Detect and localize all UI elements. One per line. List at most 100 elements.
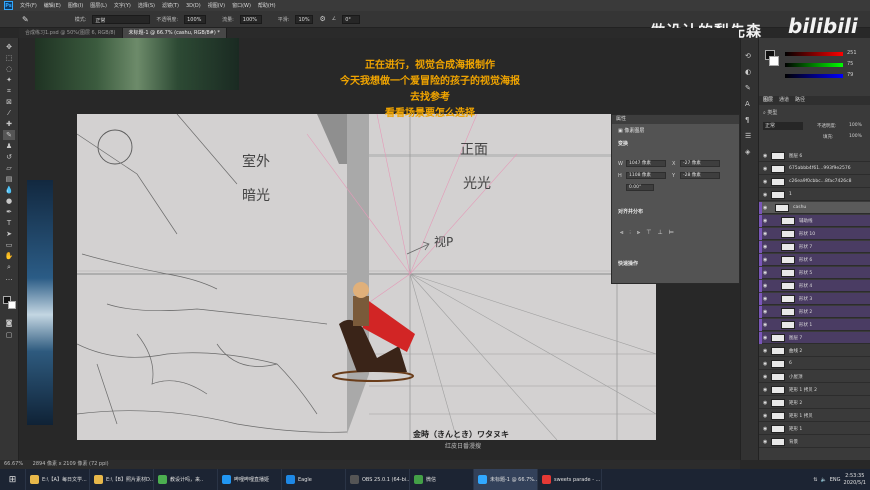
healing-brush-tool-icon[interactable]: ✚: [3, 119, 15, 129]
layer-row[interactable]: ◉ 形状 4: [759, 280, 870, 292]
taskbar-app-button[interactable]: OBS 25.0.1 (64-bi...: [346, 469, 410, 490]
layer-kind-filter[interactable]: ⌕ 类型: [763, 109, 777, 116]
green-value[interactable]: 75: [847, 61, 853, 67]
lasso-tool-icon[interactable]: ◌: [3, 64, 15, 74]
layer-row[interactable]: ◉ 矩形 1: [759, 423, 870, 435]
pen-tool-icon[interactable]: ✒: [3, 207, 15, 217]
eyedropper-tool-icon[interactable]: ⁄: [3, 108, 15, 118]
visibility-eye-icon[interactable]: ◉: [763, 374, 767, 380]
visibility-eye-icon[interactable]: ◉: [763, 361, 767, 367]
menu-layer[interactable]: 图层(L): [90, 2, 107, 9]
taskbar-app-button[interactable]: E:\【B】照片素材D...: [90, 469, 154, 490]
visibility-eye-icon[interactable]: ◉: [763, 192, 767, 198]
gradient-tool-icon[interactable]: ▤: [3, 174, 15, 184]
quick-mask-icon[interactable]: ◙: [3, 318, 15, 328]
visibility-eye-icon[interactable]: ◉: [763, 387, 767, 393]
layer-row[interactable]: ◉ 1: [759, 189, 870, 201]
menu-file[interactable]: 文件(F): [20, 2, 37, 9]
eraser-tool-icon[interactable]: ▱: [3, 163, 15, 173]
visibility-eye-icon[interactable]: ◉: [763, 400, 767, 406]
artboard-tool-icon[interactable]: ⬚: [3, 53, 15, 63]
character-icon[interactable]: A: [745, 100, 750, 108]
tab-channels[interactable]: 通道: [779, 96, 789, 105]
red-value[interactable]: 251: [847, 50, 857, 56]
crop-tool-icon[interactable]: ⌗: [3, 86, 15, 96]
visibility-eye-icon[interactable]: ◉: [763, 231, 767, 237]
type-tool-icon[interactable]: T: [3, 218, 15, 228]
move-tool-icon[interactable]: ✥: [3, 42, 15, 52]
layer-row[interactable]: ◉ c26ea9f0cbbc...8fac7426c8: [759, 176, 870, 188]
menu-help[interactable]: 帮助(H): [258, 2, 276, 9]
layer-row[interactable]: ◉ 矩形 1 拷贝 2: [759, 384, 870, 396]
history-brush-tool-icon[interactable]: ↺: [3, 152, 15, 162]
visibility-eye-icon[interactable]: ◉: [763, 348, 767, 354]
x-field[interactable]: -27 像素: [680, 160, 720, 167]
taskbar-app-button[interactable]: 教设计吗，来..: [154, 469, 218, 490]
visibility-eye-icon[interactable]: ◉: [763, 439, 767, 445]
visibility-eye-icon[interactable]: ◉: [763, 335, 767, 341]
layer-opacity-value[interactable]: 100%: [849, 123, 862, 128]
blue-value[interactable]: 79: [847, 72, 853, 78]
width-field[interactable]: 1047 像素: [626, 160, 666, 167]
layer-row[interactable]: ◉ 形状 5: [759, 267, 870, 279]
blue-slider[interactable]: [785, 74, 843, 78]
visibility-eye-icon[interactable]: ◉: [763, 296, 767, 302]
tab-paths[interactable]: 路径: [795, 96, 805, 105]
smooth-input[interactable]: 10%: [295, 14, 314, 24]
hand-tool-icon[interactable]: ✋: [3, 251, 15, 261]
height-field[interactable]: 1108 像素: [626, 172, 666, 179]
zoom-level[interactable]: 66.67%: [4, 461, 23, 467]
y-field[interactable]: -28 像素: [680, 172, 720, 179]
adjustments-icon[interactable]: ◐: [745, 68, 751, 76]
layer-row[interactable]: ◉ cashu: [759, 202, 870, 214]
blur-tool-icon[interactable]: 💧: [3, 185, 15, 195]
properties-icon[interactable]: ☰: [745, 132, 751, 140]
align-buttons-icon[interactable]: ⫷⫶⫸⊤⊥⊨: [620, 229, 680, 237]
settings-gear-icon[interactable]: ⚙: [319, 15, 325, 23]
paragraph-icon[interactable]: ¶: [745, 116, 749, 124]
taskbar-app-button[interactable]: 微信: [410, 469, 474, 490]
taskbar-app-button[interactable]: sweets parade - ...: [538, 469, 602, 490]
color-panel-background[interactable]: [769, 56, 779, 66]
layer-row[interactable]: ◉ 形状 3: [759, 293, 870, 305]
layer-row[interactable]: ◉ 形状 7: [759, 241, 870, 253]
menu-edit[interactable]: 编辑(E): [44, 2, 61, 9]
layer-row[interactable]: ◉ 矩形 1 拷贝: [759, 410, 870, 422]
layer-row[interactable]: ◉ 曲线 2: [759, 345, 870, 357]
menu-window[interactable]: 窗口(W): [232, 2, 251, 9]
visibility-eye-icon[interactable]: ◉: [763, 257, 767, 263]
path-select-tool-icon[interactable]: ➤: [3, 229, 15, 239]
brush-settings-icon[interactable]: ✎: [745, 84, 751, 92]
layer-row[interactable]: ◉ 辅助线: [759, 215, 870, 227]
visibility-eye-icon[interactable]: ◉: [763, 244, 767, 250]
visibility-eye-icon[interactable]: ◉: [763, 413, 767, 419]
menu-type[interactable]: 文字(Y): [114, 2, 131, 9]
menu-select[interactable]: 选择(S): [138, 2, 155, 9]
start-button[interactable]: ⊞: [0, 469, 26, 490]
visibility-eye-icon[interactable]: ◉: [763, 283, 767, 289]
layer-row[interactable]: ◉ 形状 2: [759, 306, 870, 318]
more-tools-icon[interactable]: …: [3, 273, 15, 283]
brush-tool-icon[interactable]: ✎: [22, 15, 29, 24]
frame-tool-icon[interactable]: ⊠: [3, 97, 15, 107]
layer-row[interactable]: ◉ 形状 1: [759, 319, 870, 331]
layers-icon[interactable]: ◈: [745, 148, 750, 156]
quick-select-tool-icon[interactable]: ✦: [3, 75, 15, 85]
brush-tool-icon[interactable]: ✎: [3, 130, 15, 140]
clone-stamp-tool-icon[interactable]: ♟: [3, 141, 15, 151]
layer-row[interactable]: ◉ 形状 6: [759, 254, 870, 266]
input-language[interactable]: ENG: [830, 477, 841, 483]
angle-field[interactable]: 0.00°: [626, 184, 654, 191]
layer-row[interactable]: ◉ 图层 7: [759, 332, 870, 344]
mode-select[interactable]: 正常: [92, 14, 151, 24]
visibility-eye-icon[interactable]: ◉: [763, 218, 767, 224]
visibility-eye-icon[interactable]: ◉: [763, 179, 767, 185]
layer-row[interactable]: ◉ 背景: [759, 436, 870, 448]
taskbar-app-button[interactable]: 哔哩哔哩直播姬: [218, 469, 282, 490]
angle-input[interactable]: 0°: [342, 14, 361, 24]
tab-layers[interactable]: 图层: [763, 96, 773, 105]
visibility-eye-icon[interactable]: ◉: [763, 270, 767, 276]
fill-value[interactable]: 100%: [849, 134, 862, 139]
rectangle-tool-icon[interactable]: ▭: [3, 240, 15, 250]
red-slider[interactable]: [785, 52, 843, 56]
